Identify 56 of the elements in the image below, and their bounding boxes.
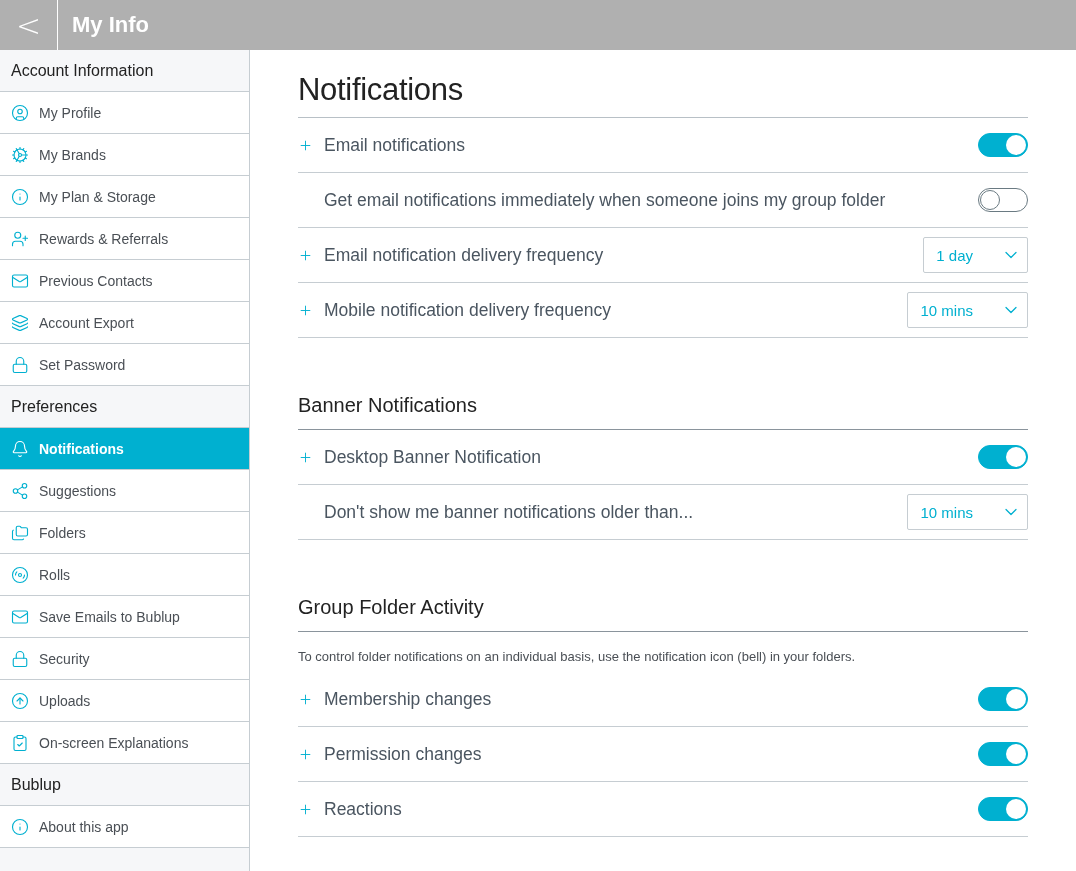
sidebar-item[interactable]: Uploads xyxy=(0,680,249,722)
sidebar-item[interactable]: Rewards & Referrals xyxy=(0,218,249,260)
toggle-switch[interactable] xyxy=(978,445,1028,469)
sidebar-item[interactable]: On-screen Explanations xyxy=(0,722,249,764)
envelope-icon xyxy=(11,271,29,290)
section-title: Notifications xyxy=(298,50,1028,118)
envelope-icon xyxy=(11,607,29,626)
info-icon xyxy=(11,187,29,206)
setting-label: Reactions xyxy=(324,798,403,820)
sidebar-item[interactable]: Account Export xyxy=(0,302,249,344)
expand-icon[interactable] xyxy=(298,247,313,263)
bell-icon xyxy=(11,439,29,458)
add-user-icon xyxy=(11,229,29,248)
toggle-switch[interactable] xyxy=(978,133,1028,157)
toggle-switch[interactable] xyxy=(978,188,1028,212)
lock-icon xyxy=(11,649,29,668)
sidebar-item[interactable]: My Plan & Storage xyxy=(0,176,249,218)
sidebar-item[interactable]: Rolls xyxy=(0,554,249,596)
sidebar-item[interactable]: Save Emails to Bublup xyxy=(0,596,249,638)
sidebar-item[interactable]: Set Password xyxy=(0,344,249,386)
section-heading: Banner Notifications xyxy=(298,394,1028,430)
expand-icon[interactable] xyxy=(298,746,313,762)
expand-icon[interactable] xyxy=(298,449,313,465)
info-icon xyxy=(11,817,29,836)
expand-icon[interactable] xyxy=(298,801,313,817)
sidebar-item[interactable]: About this app xyxy=(0,806,249,848)
layers-icon xyxy=(11,313,29,332)
setting-label: Email notifications xyxy=(324,134,467,156)
sidebar-item[interactable]: My Profile xyxy=(0,92,249,134)
gear-icon xyxy=(11,145,29,164)
upload-icon xyxy=(11,691,29,710)
setting-label: Don't show me banner notifications older than... xyxy=(324,501,695,523)
setting-label: Get email notifications immediately when someone joins my group folder xyxy=(324,189,887,211)
folders-icon xyxy=(11,523,29,542)
setting-label: Desktop Banner Notification xyxy=(324,446,542,468)
lock-icon xyxy=(11,355,29,374)
setting-label: Email notification delivery frequency xyxy=(324,244,605,266)
toggle-switch[interactable] xyxy=(978,797,1028,821)
expand-icon[interactable] xyxy=(298,691,313,707)
section-note: To control folder notifications on an individual basis, use the notification icon (bell) in your folders. xyxy=(298,648,857,666)
sidebar-item[interactable]: Previous Contacts xyxy=(0,260,249,302)
section-heading: Group Folder Activity xyxy=(298,596,1028,632)
expand-icon[interactable] xyxy=(298,137,313,153)
setting-label: Permission changes xyxy=(324,743,483,765)
checklist-icon xyxy=(11,733,29,752)
user-circle-icon xyxy=(11,103,29,122)
sidebar-item[interactable]: Security xyxy=(0,638,249,680)
setting-label: Membership changes xyxy=(324,688,493,710)
page-title: My Info xyxy=(72,12,149,38)
toggle-switch[interactable] xyxy=(978,742,1028,766)
setting-label: Mobile notification delivery frequency xyxy=(324,299,612,321)
sidebar-item[interactable]: My Brands xyxy=(0,134,249,176)
expand-icon[interactable] xyxy=(298,302,313,318)
toggle-switch[interactable] xyxy=(978,687,1028,711)
sidebar-item[interactable]: Suggestions xyxy=(0,470,249,512)
sidebar-item[interactable]: Folders xyxy=(0,512,249,554)
